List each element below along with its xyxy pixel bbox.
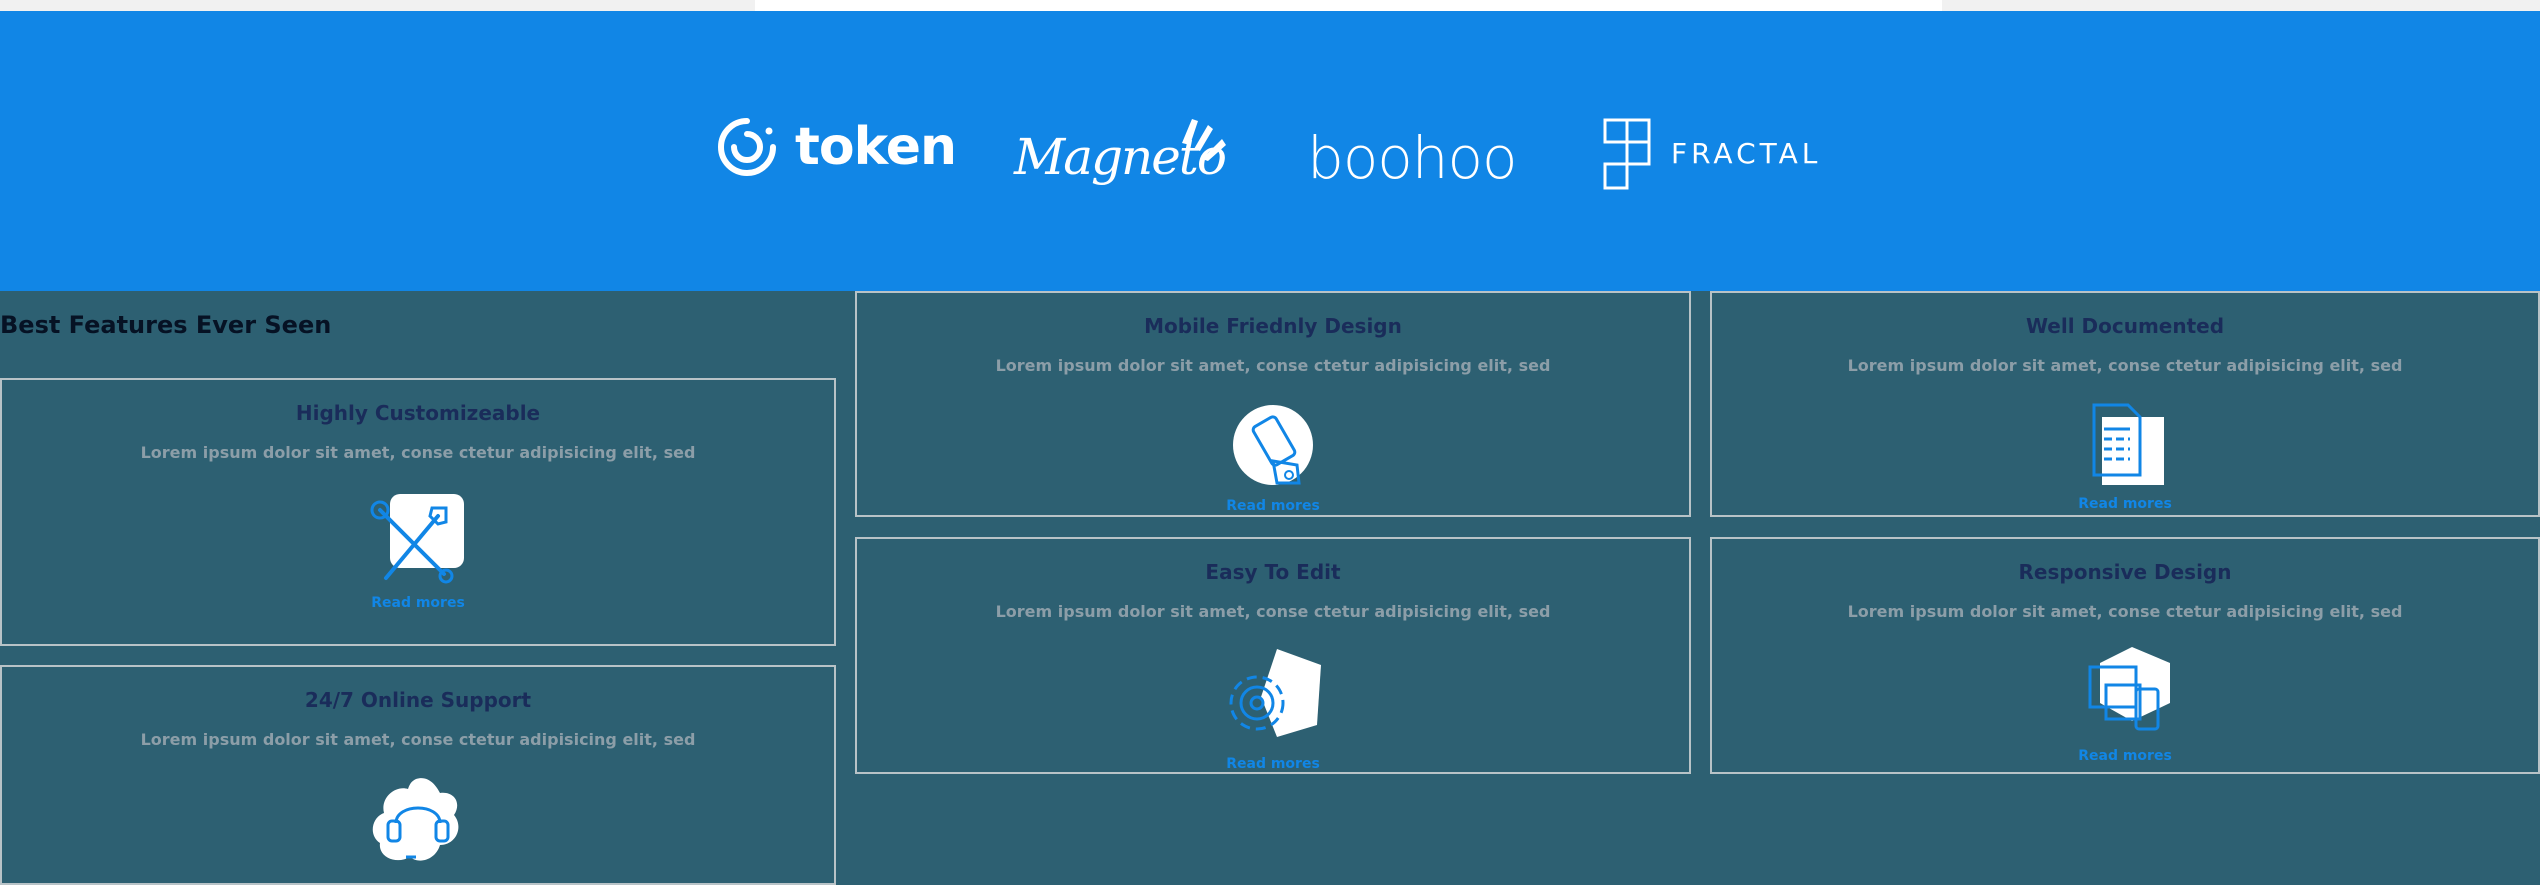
gear-icon (1229, 649, 1321, 737)
magneto-logo-icon (1182, 119, 1226, 161)
token-logo-text: token (795, 117, 957, 177)
feature-card-documented: Well Documented Lorem ipsum dolor sit am… (1710, 291, 2540, 517)
feature-description: Lorem ipsum dolor sit amet, conse ctetur… (140, 443, 696, 462)
boohoo-logo-text: boohoo (1307, 124, 1518, 192)
feature-title: Mobile Friednly Design (1144, 314, 1402, 338)
top-strip-right (1942, 0, 2540, 11)
feature-title: Highly Customizeable (295, 401, 541, 425)
feature-card-responsive: Responsive Design Lorem ipsum dolor sit … (1710, 537, 2540, 774)
feature-description: Lorem ipsum dolor sit amet, conse ctetur… (995, 356, 1551, 375)
tools-icon (370, 494, 464, 584)
token-logo-icon (718, 118, 776, 176)
feature-description: Lorem ipsum dolor sit amet, conse ctetur… (1847, 602, 2403, 621)
top-strip (0, 0, 2540, 11)
headset-icon (372, 778, 459, 861)
magneto-logo[interactable]: Magneto (1010, 115, 1227, 195)
fractal-logo[interactable]: FRACTAL (1603, 118, 1817, 192)
mobile-icon (1233, 405, 1313, 485)
feature-card-support: 24/7 Online Support Lorem ipsum dolor si… (0, 665, 836, 885)
client-logo-band (0, 11, 2540, 291)
read-more-link[interactable]: Read mores (2, 594, 834, 612)
token-logo[interactable]: token (715, 112, 957, 182)
feature-title: Responsive Design (2018, 560, 2232, 584)
feature-title: Easy To Edit (1205, 560, 1341, 584)
section-title: Best Features Ever Seen (0, 311, 332, 339)
document-icon (2092, 403, 2164, 485)
fractal-logo-text: FRACTAL (1671, 137, 1822, 170)
devices-icon (2088, 647, 2170, 731)
feature-card-customizeable: Highly Customizeable Lorem ipsum dolor s… (0, 378, 836, 646)
boohoo-logo[interactable]: boohoo (1307, 118, 1518, 198)
fractal-logo-icon (1603, 118, 1651, 190)
read-more-link[interactable]: Read mores (1712, 747, 2538, 765)
feature-card-mobile: Mobile Friednly Design Lorem ipsum dolor… (855, 291, 1691, 517)
feature-card-easy-edit: Easy To Edit Lorem ipsum dolor sit amet,… (855, 537, 1691, 774)
read-more-link[interactable]: Read mores (857, 497, 1689, 515)
read-more-link[interactable]: Read mores (1712, 495, 2538, 513)
read-more-link[interactable]: Read mores (857, 755, 1689, 773)
top-strip-left (0, 0, 755, 11)
feature-description: Lorem ipsum dolor sit amet, conse ctetur… (1847, 356, 2403, 375)
feature-description: Lorem ipsum dolor sit amet, conse ctetur… (140, 730, 696, 749)
feature-description: Lorem ipsum dolor sit amet, conse ctetur… (995, 602, 1551, 621)
feature-title: 24/7 Online Support (304, 688, 532, 712)
feature-title: Well Documented (2025, 314, 2225, 338)
